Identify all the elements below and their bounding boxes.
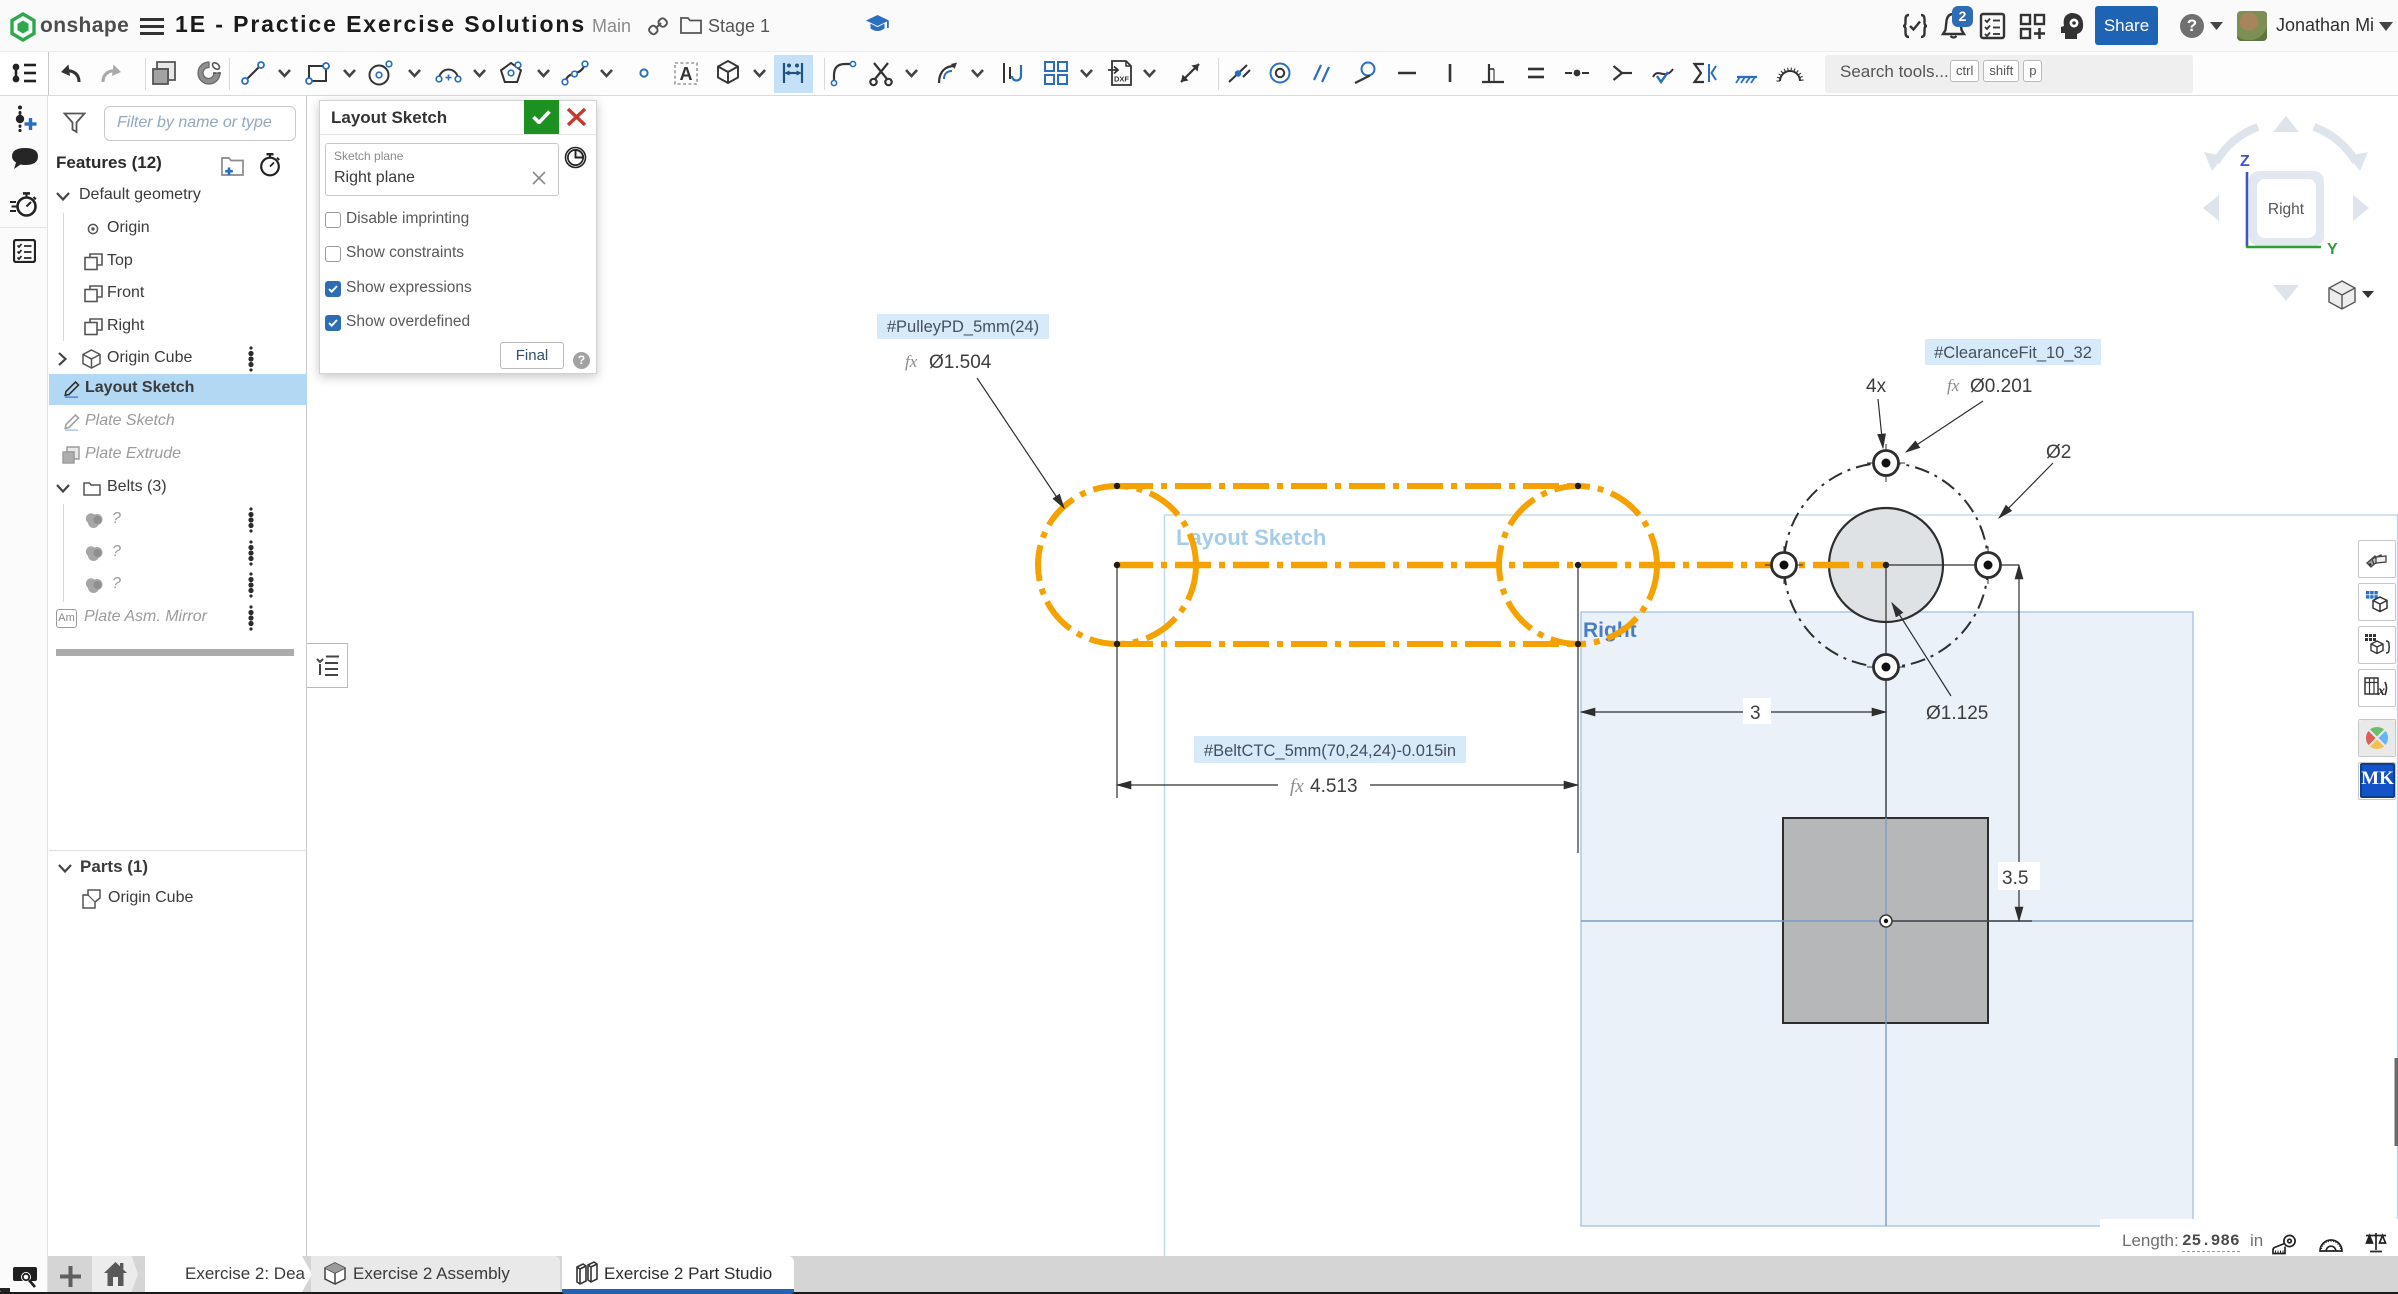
svg-text:3.5: 3.5	[2002, 868, 2028, 889]
svg-text:Y: Y	[2327, 241, 2338, 258]
svg-text:Z: Z	[2240, 153, 2250, 170]
svg-text:#ClearanceFit_10_32: #ClearanceFit_10_32	[1934, 344, 2092, 362]
svg-text:Ø1.504: Ø1.504	[929, 352, 992, 373]
svg-text:A: A	[680, 64, 693, 84]
svg-text:fx: fx	[1290, 776, 1304, 797]
svg-text:4x: 4x	[1866, 376, 1887, 397]
svg-text:Right: Right	[2268, 201, 2305, 218]
svg-text:Ø2: Ø2	[2046, 442, 2071, 463]
svg-text:Ø0.201: Ø0.201	[1970, 376, 2032, 397]
svg-text:Ø1.125: Ø1.125	[1926, 703, 1988, 724]
svg-text:3: 3	[1750, 703, 1761, 724]
svg-text:Layout Sketch: Layout Sketch	[1176, 525, 1326, 550]
svg-text:#BeltCTC_5mm(70,24,24)-0.015in: #BeltCTC_5mm(70,24,24)-0.015in	[1204, 742, 1456, 760]
svg-text:4.513: 4.513	[1310, 776, 1358, 797]
svg-text:fx: fx	[905, 352, 918, 371]
svg-text:DXF: DXF	[1114, 75, 1129, 84]
svg-text:x: x	[2377, 684, 2385, 699]
svg-text:fx: fx	[1947, 376, 1960, 395]
svg-text:#PulleyPD_5mm(24): #PulleyPD_5mm(24)	[887, 318, 1039, 336]
